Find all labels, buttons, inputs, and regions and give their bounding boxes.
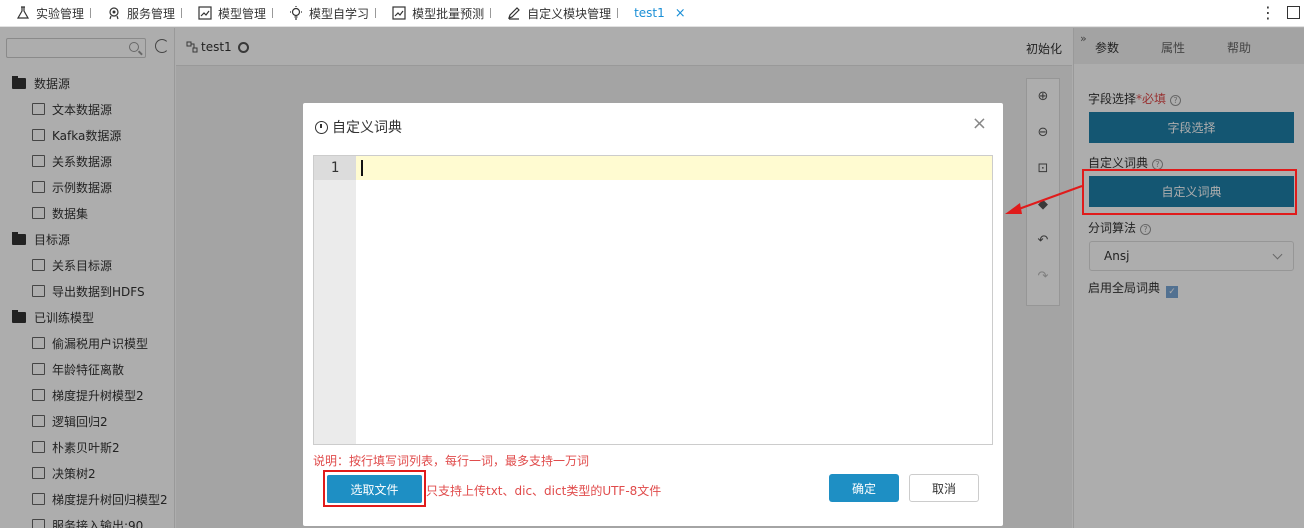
close-icon[interactable]: ×	[972, 113, 987, 134]
dialog-title-text: 自定义词典	[332, 120, 402, 136]
ok-button[interactable]: 确定	[829, 474, 899, 502]
tab-custom-module[interactable]: 自定义模块管理	[491, 0, 617, 27]
chart-icon	[392, 6, 406, 20]
tab-label: 模型管理	[218, 6, 267, 21]
tab-batch-predict[interactable]: 模型批量预测	[376, 0, 490, 27]
chart-icon	[198, 6, 212, 20]
tab-test1[interactable]: test1 ×	[618, 0, 692, 27]
tab-experiment[interactable]: 实验管理	[0, 0, 90, 27]
timer-icon	[315, 120, 328, 134]
cancel-button[interactable]: 取消	[909, 474, 979, 502]
close-icon[interactable]: ×	[675, 6, 686, 21]
custom-dict-dialog: 自定义词典 × 1 说明：按行填写词列表，每行一词，最多支持一万词 选取文件 只…	[303, 103, 1003, 526]
dialog-note: 说明：按行填写词列表，每行一词，最多支持一万词	[313, 454, 590, 468]
highlight-box	[1082, 169, 1297, 215]
tab-bar: 实验管理 服务管理 模型管理 模型自学习 模型批量预测 自定义模块管理 test…	[0, 0, 1304, 27]
pick-file-note: 只支持上传txt、dic、dict类型的UTF-8文件	[426, 484, 662, 498]
tab-label: 服务管理	[127, 6, 176, 21]
tab-label: 模型批量预测	[412, 6, 485, 21]
dict-editor[interactable]: 1	[313, 155, 993, 445]
flask-icon	[16, 6, 30, 19]
more-menu-icon[interactable]: ⋮	[1260, 3, 1276, 22]
dialog-title: 自定义词典	[315, 117, 402, 137]
highlight-box	[323, 470, 426, 507]
tab-label: 模型自学习	[309, 6, 370, 21]
tab-model[interactable]: 模型管理	[182, 0, 272, 27]
tab-self-learning[interactable]: 模型自学习	[273, 0, 375, 27]
tab-service[interactable]: 服务管理	[91, 0, 181, 27]
service-icon	[109, 7, 119, 20]
maximize-icon[interactable]	[1287, 6, 1300, 19]
tab-label: test1	[634, 6, 665, 20]
active-line	[356, 156, 992, 180]
tab-label: 自定义模块管理	[527, 6, 612, 21]
text-cursor	[361, 160, 363, 176]
bulb-icon	[290, 6, 303, 20]
editor-gutter	[314, 156, 356, 444]
pen-icon	[508, 7, 520, 20]
tab-label: 实验管理	[36, 6, 85, 21]
line-number: 1	[314, 156, 356, 180]
